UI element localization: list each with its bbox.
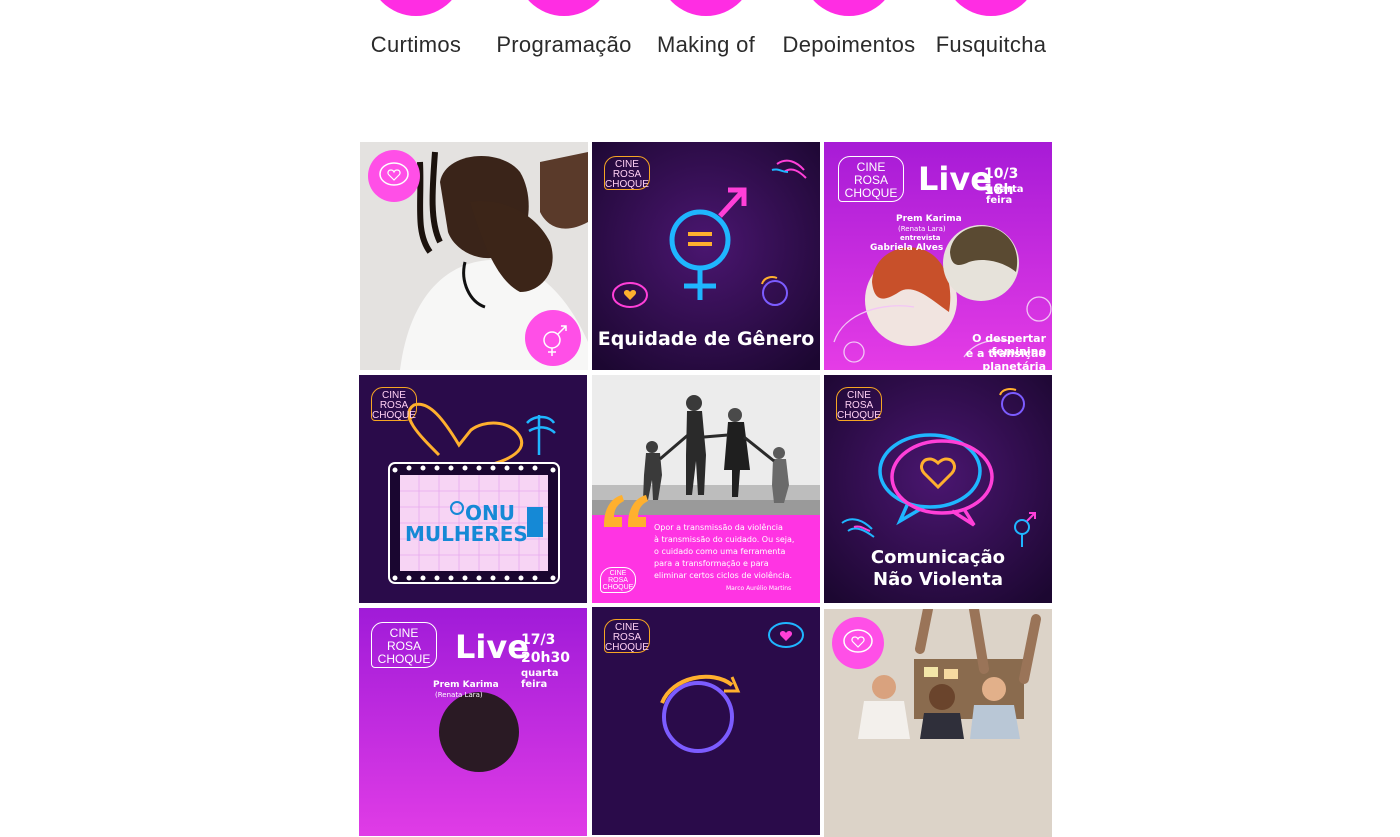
nav-circle-icon bbox=[368, 0, 464, 16]
cine-rosa-choque-logo: CINE ROSA CHOQUE bbox=[838, 156, 904, 202]
cine-rosa-choque-logo: CINE ROSA CHOQUE bbox=[600, 567, 636, 593]
cine-rosa-choque-logo: CINE ROSA CHOQUE bbox=[604, 156, 650, 190]
nav-label: Curtimos bbox=[370, 32, 462, 57]
live-host-real: (Renata Lara) bbox=[898, 225, 946, 233]
quote-author: Marco Aurélio Martins bbox=[726, 585, 792, 592]
quote-text: à transmissão do cuidado. Ou seja, bbox=[654, 535, 795, 544]
logo-line: CHOQUE bbox=[602, 584, 634, 591]
photo-man-image bbox=[360, 142, 588, 370]
live-weekday: quarta feira bbox=[986, 184, 1024, 206]
tile-caption: Não Violenta bbox=[873, 569, 1003, 590]
nav-label: Making of bbox=[656, 32, 756, 57]
cine-rosa-choque-logo: CINE ROSA CHOQUE bbox=[836, 387, 882, 421]
category-nav: Curtimos Programação Making of Depoiment… bbox=[0, 0, 1400, 80]
cine-rosa-choque-logo: CINE ROSA CHOQUE bbox=[371, 622, 437, 668]
live-host: Prem Karima bbox=[433, 680, 499, 690]
nav-item-programacao[interactable]: Programação bbox=[489, 0, 639, 70]
nav-circle-icon bbox=[516, 0, 612, 16]
quote-text: eliminar certos ciclos de violência. bbox=[654, 571, 793, 580]
gallery-tile-equidade[interactable]: CINE ROSA CHOQUE Equidade de Gênero bbox=[592, 142, 820, 370]
gallery-tile-globe[interactable]: CINE ROSA CHOQUE bbox=[592, 607, 820, 835]
gallery-tile-onu-mulheres[interactable]: CINE ROSA CHOQUE ONU MULHERES bbox=[359, 375, 587, 603]
nav-circle-icon bbox=[943, 0, 1039, 16]
live-date: 17/3 bbox=[521, 632, 556, 648]
nav-label: Fusquitcha bbox=[935, 32, 1047, 57]
logo-line: ROSA bbox=[386, 639, 421, 653]
nav-label: Programação bbox=[496, 32, 632, 57]
live-title: Live bbox=[455, 628, 529, 666]
logo-line: CINE bbox=[856, 160, 886, 174]
live-subtitle: e a transição planetária bbox=[965, 347, 1046, 370]
gallery-tile-photo-group[interactable] bbox=[824, 609, 1052, 837]
cine-rosa-choque-logo: CINE ROSA CHOQUE bbox=[371, 387, 417, 421]
quote-text: o cuidado como uma ferramenta bbox=[654, 547, 786, 556]
gallery-tile-photo-man[interactable] bbox=[360, 142, 588, 370]
logo-line: CHOQUE bbox=[844, 186, 898, 200]
live-host: Prem Karima bbox=[896, 214, 962, 224]
nav-item-depoimentos[interactable]: Depoimentos bbox=[774, 0, 924, 70]
live-weekday: quarta feira bbox=[521, 668, 559, 690]
logo-line: CHOQUE bbox=[377, 652, 431, 666]
live-guest: Gabriela Alves bbox=[870, 243, 944, 253]
cine-rosa-choque-logo: CINE ROSA CHOQUE bbox=[604, 619, 650, 653]
onu-line2: MULHERES bbox=[405, 522, 528, 546]
gallery-tile-cnv[interactable]: CINE ROSA CHOQUE Comunicação Não Violent… bbox=[824, 375, 1052, 603]
gallery-tile-live-1[interactable]: CINE ROSA CHOQUE Live 10/3 18h quarta fe… bbox=[824, 142, 1052, 370]
logo-line: CHOQUE bbox=[837, 410, 881, 421]
logo-line: CHOQUE bbox=[605, 642, 649, 653]
tile-caption: Comunicação bbox=[870, 547, 1006, 568]
live-title: Live bbox=[918, 160, 992, 198]
nav-item-fusquitcha[interactable]: Fusquitcha bbox=[916, 0, 1066, 70]
nav-circle-icon bbox=[658, 0, 754, 16]
tile-caption: Equidade de Gênero bbox=[597, 328, 815, 350]
nav-item-curtimos[interactable]: Curtimos bbox=[341, 0, 491, 70]
nav-label: Depoimentos bbox=[782, 32, 916, 57]
quote-text: Opor a transmissão da violência bbox=[654, 523, 783, 532]
gallery-tile-quote[interactable]: Opor a transmissão da violência à transm… bbox=[592, 375, 820, 603]
logo-line: ROSA bbox=[608, 577, 628, 584]
logo-line: CHOQUE bbox=[605, 179, 649, 190]
group-photo-image bbox=[824, 609, 1052, 837]
live-time: 20h30 bbox=[521, 650, 570, 666]
nav-item-making-of[interactable]: Making of bbox=[631, 0, 781, 70]
quote-text: para a transformação e para bbox=[654, 559, 769, 568]
gallery-tile-live-2[interactable]: CINE ROSA CHOQUE Live 17/3 20h30 quarta … bbox=[359, 608, 587, 836]
nav-circle-icon bbox=[801, 0, 897, 16]
logo-line: CHOQUE bbox=[372, 410, 416, 421]
live-host-real: (Renata Lara) bbox=[435, 691, 483, 699]
logo-line: CINE bbox=[389, 626, 419, 640]
live-interview: entrevista bbox=[900, 234, 941, 242]
logo-line: ROSA bbox=[853, 173, 888, 187]
logo-line: CINE bbox=[609, 570, 627, 577]
